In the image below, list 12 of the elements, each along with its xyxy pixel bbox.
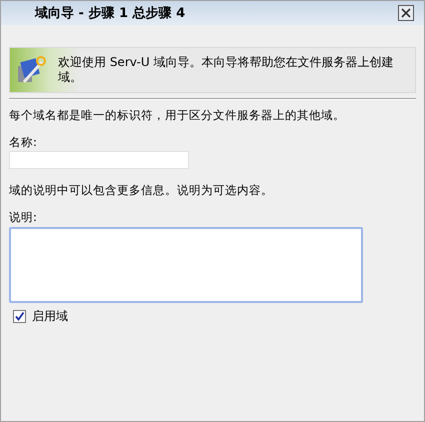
description-label: 说明:: [9, 210, 38, 225]
wizard-icon: [16, 54, 48, 86]
description-field[interactable]: [9, 227, 363, 303]
name-label: 名称:: [9, 135, 38, 150]
window-title: 域向导 - 步骤 1 总步骤 4: [35, 5, 186, 22]
checkbox[interactable]: [13, 310, 26, 323]
description-hint-text: 域的说明中可以包含更多信息。说明为可选内容。: [9, 183, 274, 198]
intro-text: 每个域名都是唯一的标识符，用于区分文件服务器上的其他域。: [9, 108, 346, 123]
close-button[interactable]: [398, 5, 414, 21]
name-field[interactable]: [9, 151, 189, 169]
checkbox-label: 启用域: [32, 308, 68, 325]
banner-text: 欢迎使用 Serv-U 域向导。本向导将帮助您在文件服务器上创建域。: [58, 55, 394, 85]
